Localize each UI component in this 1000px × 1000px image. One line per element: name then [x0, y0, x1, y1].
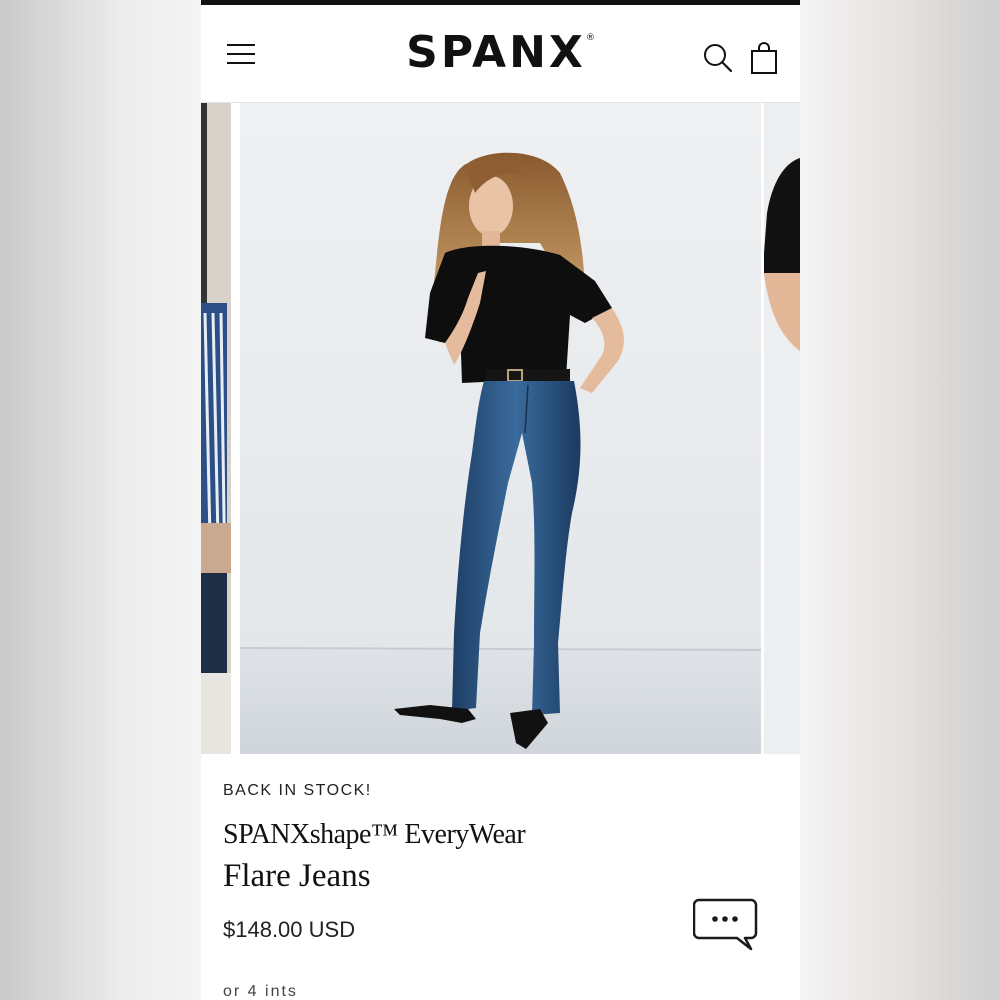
- brand-name: SPANX: [406, 27, 586, 78]
- product-image-carousel[interactable]: [201, 103, 800, 754]
- previous-product-photo[interactable]: [201, 103, 231, 754]
- product-info: BACK IN STOCK! SPANXshape™ EveryWear Fla…: [201, 755, 800, 1000]
- chat-bubble-icon[interactable]: [692, 897, 759, 953]
- product-price: $148.00 USD: [223, 917, 356, 942]
- current-product-photo[interactable]: [240, 103, 761, 754]
- next-product-photo[interactable]: [764, 103, 800, 754]
- cut-off-installment-text: or 4 ints: [223, 983, 298, 1000]
- shopping-bag-icon[interactable]: [749, 41, 779, 75]
- search-icon[interactable]: [701, 41, 735, 75]
- product-name-line2: Flare Jeans: [223, 858, 371, 894]
- trademark-symbol: ®: [585, 33, 595, 43]
- site-header: SPANX®: [201, 5, 800, 103]
- mobile-page: SPANX® BACK IN STOCK! SPANXshape™ EveryW…: [201, 0, 800, 1000]
- stock-status-badge: BACK IN STOCK!: [223, 782, 372, 799]
- product-name-line1: SPANXshape™ EveryWear: [223, 819, 526, 850]
